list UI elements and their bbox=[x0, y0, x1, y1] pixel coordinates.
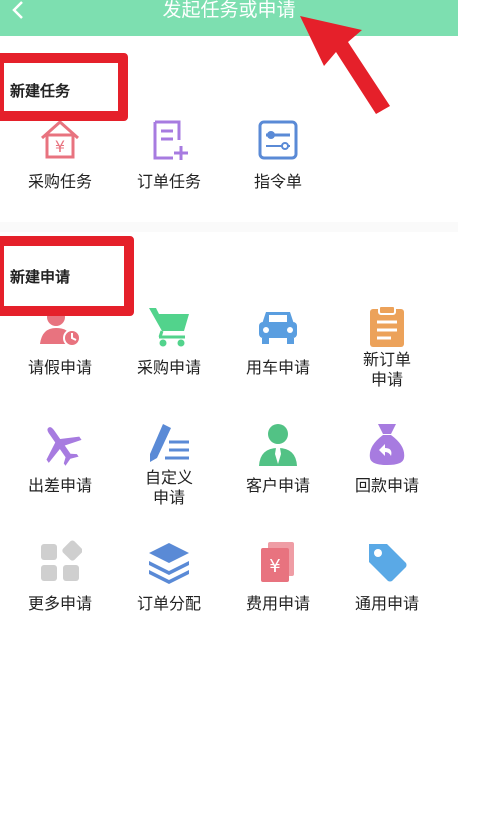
car-icon bbox=[256, 304, 300, 348]
item-label: 订单任务 bbox=[136, 172, 201, 191]
app-more[interactable]: 更多申请 bbox=[5, 540, 115, 614]
app-business-trip[interactable]: 出差申请 bbox=[5, 422, 115, 496]
app-expense[interactable]: ¥ 费用申请 bbox=[223, 540, 333, 614]
app-new-order[interactable]: 新订单 申请 bbox=[332, 304, 442, 390]
item-label: 回款申请 bbox=[354, 476, 419, 495]
house-yen-icon: ¥ bbox=[38, 118, 82, 162]
item-label: 用车申请 bbox=[245, 358, 310, 377]
app-custom[interactable]: 自定义 申请 bbox=[114, 422, 224, 508]
task-instruction[interactable]: 指令单 bbox=[223, 118, 333, 192]
svg-text:¥: ¥ bbox=[55, 137, 65, 156]
svg-text:¥: ¥ bbox=[269, 556, 280, 577]
item-label: 自定义 申请 bbox=[144, 468, 193, 507]
item-label: 新订单 申请 bbox=[362, 350, 411, 389]
yen-cards-icon: ¥ bbox=[256, 540, 300, 584]
item-label: 订单分配 bbox=[136, 594, 201, 613]
item-label: 采购申请 bbox=[136, 358, 201, 377]
annotation-box-tasks bbox=[0, 53, 128, 121]
item-label: 指令单 bbox=[253, 172, 302, 191]
item-label: 采购任务 bbox=[27, 172, 92, 191]
app-general[interactable]: 通用申请 bbox=[332, 540, 442, 614]
airplane-icon bbox=[38, 422, 82, 466]
customer-icon bbox=[256, 422, 300, 466]
app-order-allocation[interactable]: 订单分配 bbox=[114, 540, 224, 614]
app-payment-return[interactable]: 回款申请 bbox=[332, 422, 442, 496]
pen-list-icon bbox=[147, 422, 191, 466]
annotation-arrow-icon bbox=[300, 16, 390, 114]
money-bag-icon bbox=[365, 422, 409, 466]
task-purchase[interactable]: ¥ 采购任务 bbox=[5, 118, 115, 192]
annotation-box-applications bbox=[0, 236, 134, 316]
item-label: 通用申请 bbox=[354, 594, 419, 613]
app-customer[interactable]: 客户申请 bbox=[223, 422, 333, 496]
clipboard-icon bbox=[365, 304, 409, 348]
item-label: 更多申请 bbox=[27, 594, 92, 613]
app-vehicle[interactable]: 用车申请 bbox=[223, 304, 333, 378]
layers-icon bbox=[147, 540, 191, 584]
item-label: 出差申请 bbox=[27, 476, 92, 495]
item-label: 费用申请 bbox=[245, 594, 310, 613]
task-order[interactable]: 订单任务 bbox=[114, 118, 224, 192]
grid-icon bbox=[38, 540, 83, 584]
item-label: 客户申请 bbox=[245, 476, 310, 495]
add-document-icon bbox=[147, 118, 191, 162]
shopping-cart-icon bbox=[147, 304, 191, 348]
tag-icon bbox=[365, 540, 409, 584]
slider-panel-icon bbox=[256, 118, 300, 162]
item-label: 请假申请 bbox=[27, 358, 92, 377]
